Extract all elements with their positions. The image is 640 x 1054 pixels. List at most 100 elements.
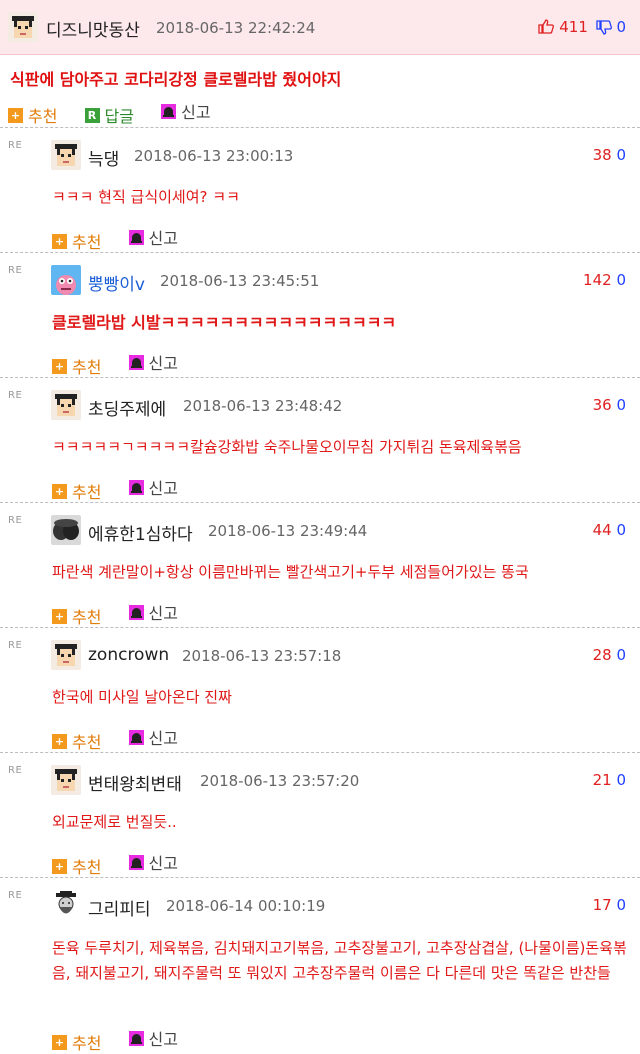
recommend-button[interactable]: + 추천 <box>52 854 101 878</box>
commenter-name[interactable]: 늑댕 <box>88 145 119 170</box>
down-vote-count[interactable]: 0 <box>616 771 626 789</box>
report-button[interactable]: 신고 <box>161 99 211 123</box>
siren-icon <box>128 354 144 370</box>
commenter-avatar[interactable] <box>51 765 81 795</box>
comment-votes: 142 0 <box>583 271 626 289</box>
up-vote-count[interactable]: 17 <box>593 896 612 914</box>
comment-text: 파란색 계란말이+항상 이름만바뀌는 빨간색고기+두부 세점들어가있는 똥국 <box>52 563 529 581</box>
comment-votes: 38 0 <box>593 146 626 164</box>
comment-text: 외교문제로 번질듯.. <box>52 813 177 831</box>
report-label: 신고 <box>148 854 178 873</box>
commenter-avatar[interactable] <box>51 265 81 295</box>
reply-button[interactable]: R 답글 <box>84 103 134 127</box>
down-vote-count[interactable]: 0 <box>616 896 626 914</box>
recommend-button[interactable]: + 추천 <box>52 354 101 378</box>
comment-datetime: 2018-06-13 23:49:44 <box>208 522 368 540</box>
comment-datetime: 2018-06-13 23:48:42 <box>183 397 343 415</box>
up-vote-count[interactable]: 21 <box>593 771 612 789</box>
recommend-button[interactable]: + 추천 <box>8 103 57 127</box>
recommend-button[interactable]: + 추천 <box>52 729 101 753</box>
commenter-avatar[interactable] <box>51 890 81 920</box>
report-button[interactable]: 신고 <box>128 600 178 624</box>
siren-icon <box>128 854 144 870</box>
comment-datetime: 2018-06-13 23:00:13 <box>134 147 294 165</box>
up-vote-count[interactable]: 38 <box>593 146 612 164</box>
comment-item: RE 초딩주제에 2018-06-13 23:48:42 36 0 ㅋㅋㅋㅋㅋㄱ… <box>0 377 640 503</box>
commenter-name[interactable]: 변태왕최변태 <box>88 770 182 795</box>
comment-text: ㅋㅋㅋ 현직 급식이세여? ㅋㅋ <box>52 188 240 206</box>
post-title: 식판에 담아주고 코다리강정 클로렐라밥 줬어야지 <box>10 70 342 89</box>
down-vote-count[interactable]: 0 <box>616 646 626 664</box>
down-vote-count[interactable]: 0 <box>616 396 626 414</box>
recommend-label: 추천 <box>72 1034 102 1053</box>
report-button[interactable]: 신고 <box>128 225 178 249</box>
commenter-name[interactable]: 초딩주제에 <box>88 395 166 420</box>
starfish-avatar-icon <box>51 265 81 295</box>
comment-datetime: 2018-06-14 00:10:19 <box>166 897 326 915</box>
report-label: 신고 <box>148 479 178 498</box>
report-button[interactable]: 신고 <box>128 1026 178 1050</box>
author-avatar[interactable] <box>8 12 38 42</box>
commenter-name[interactable]: 그리피티 <box>88 895 151 920</box>
plus-icon: + <box>52 733 67 749</box>
up-vote-count: 411 <box>559 18 588 36</box>
down-vote-count[interactable]: 0 <box>616 521 626 539</box>
plus-icon: + <box>52 608 67 624</box>
report-button[interactable]: 신고 <box>128 350 178 374</box>
comment-item: RE 변태왕최변태 2018-06-13 23:57:20 21 0 외교문제로… <box>0 752 640 878</box>
commenter-avatar[interactable] <box>51 515 81 545</box>
comment-item: RE 그리피티 2018-06-14 00:10:19 17 0 돈육 두루치기… <box>0 877 640 1053</box>
post-votes: 411 0 <box>538 18 626 36</box>
comment-votes: 44 0 <box>593 521 626 539</box>
commenter-name[interactable]: 에휴한1심하다 <box>88 520 193 545</box>
recommend-button[interactable]: + 추천 <box>52 479 101 503</box>
siren-icon <box>128 729 144 745</box>
comment-votes: 21 0 <box>593 771 626 789</box>
report-button[interactable]: 신고 <box>128 725 178 749</box>
comment-votes: 36 0 <box>593 396 626 414</box>
reply-arrow-icon: RE <box>8 140 23 151</box>
comment-item: RE 에휴한1심하다 2018-06-13 23:49:44 44 0 파란색 … <box>0 502 640 628</box>
down-vote-count[interactable]: 0 <box>616 146 626 164</box>
up-vote-count[interactable]: 36 <box>593 396 612 414</box>
pixel-face-icon <box>51 765 81 795</box>
commenter-name[interactable]: zoncrown <box>88 645 169 665</box>
up-vote-count[interactable]: 142 <box>583 271 612 289</box>
recommend-label: 추천 <box>72 233 102 252</box>
bearded-man-avatar-icon <box>51 890 81 920</box>
recommend-label: 추천 <box>72 483 102 502</box>
comment-actions: + 추천 신고 <box>52 350 200 378</box>
recommend-label: 추천 <box>72 608 102 627</box>
commenter-avatar[interactable] <box>51 390 81 420</box>
comment-text: 클로렐라밥 시발ㅋㅋㅋㅋㅋㅋㅋㅋㅋㅋㅋㅋㅋㅋㅋㅋ <box>52 313 397 332</box>
pixel-face-icon <box>8 12 38 42</box>
plus-icon: + <box>52 1034 67 1050</box>
post-author[interactable]: 디즈니맛동산 <box>46 16 140 41</box>
recommend-button[interactable]: + 추천 <box>52 1030 101 1054</box>
plus-icon: + <box>52 358 67 374</box>
siren-icon <box>128 479 144 495</box>
commenter-name[interactable]: 뿡빵이v <box>88 270 145 295</box>
thumbs-down-icon[interactable] <box>593 18 617 36</box>
plus-icon: + <box>52 233 67 249</box>
recommend-button[interactable]: + 추천 <box>52 229 101 253</box>
plus-icon: + <box>52 483 67 499</box>
comment-item: RE 늑댕 2018-06-13 23:00:13 38 0 ㅋㅋㅋ 현직 급식… <box>0 127 640 253</box>
recommend-button[interactable]: + 추천 <box>52 604 101 628</box>
commenter-avatar[interactable] <box>51 640 81 670</box>
comment-item: RE 뿡빵이v 2018-06-13 23:45:51 142 0 클로렐라밥 … <box>0 252 640 378</box>
up-vote-count[interactable]: 28 <box>593 646 612 664</box>
reply-icon: R <box>84 107 100 123</box>
reply-arrow-icon: RE <box>8 765 23 776</box>
commenter-avatar[interactable] <box>51 140 81 170</box>
pixel-face-icon <box>51 640 81 670</box>
report-button[interactable]: 신고 <box>128 475 178 499</box>
comment-datetime: 2018-06-13 23:45:51 <box>160 272 320 290</box>
down-vote-count[interactable]: 0 <box>616 271 626 289</box>
thumbs-up-icon[interactable] <box>538 18 559 36</box>
comment-actions: + 추천 신고 <box>52 475 200 503</box>
up-vote-count[interactable]: 44 <box>593 521 612 539</box>
comment-datetime: 2018-06-13 23:57:20 <box>200 772 360 790</box>
report-button[interactable]: 신고 <box>128 850 178 874</box>
photo-avatar-icon <box>51 515 81 545</box>
